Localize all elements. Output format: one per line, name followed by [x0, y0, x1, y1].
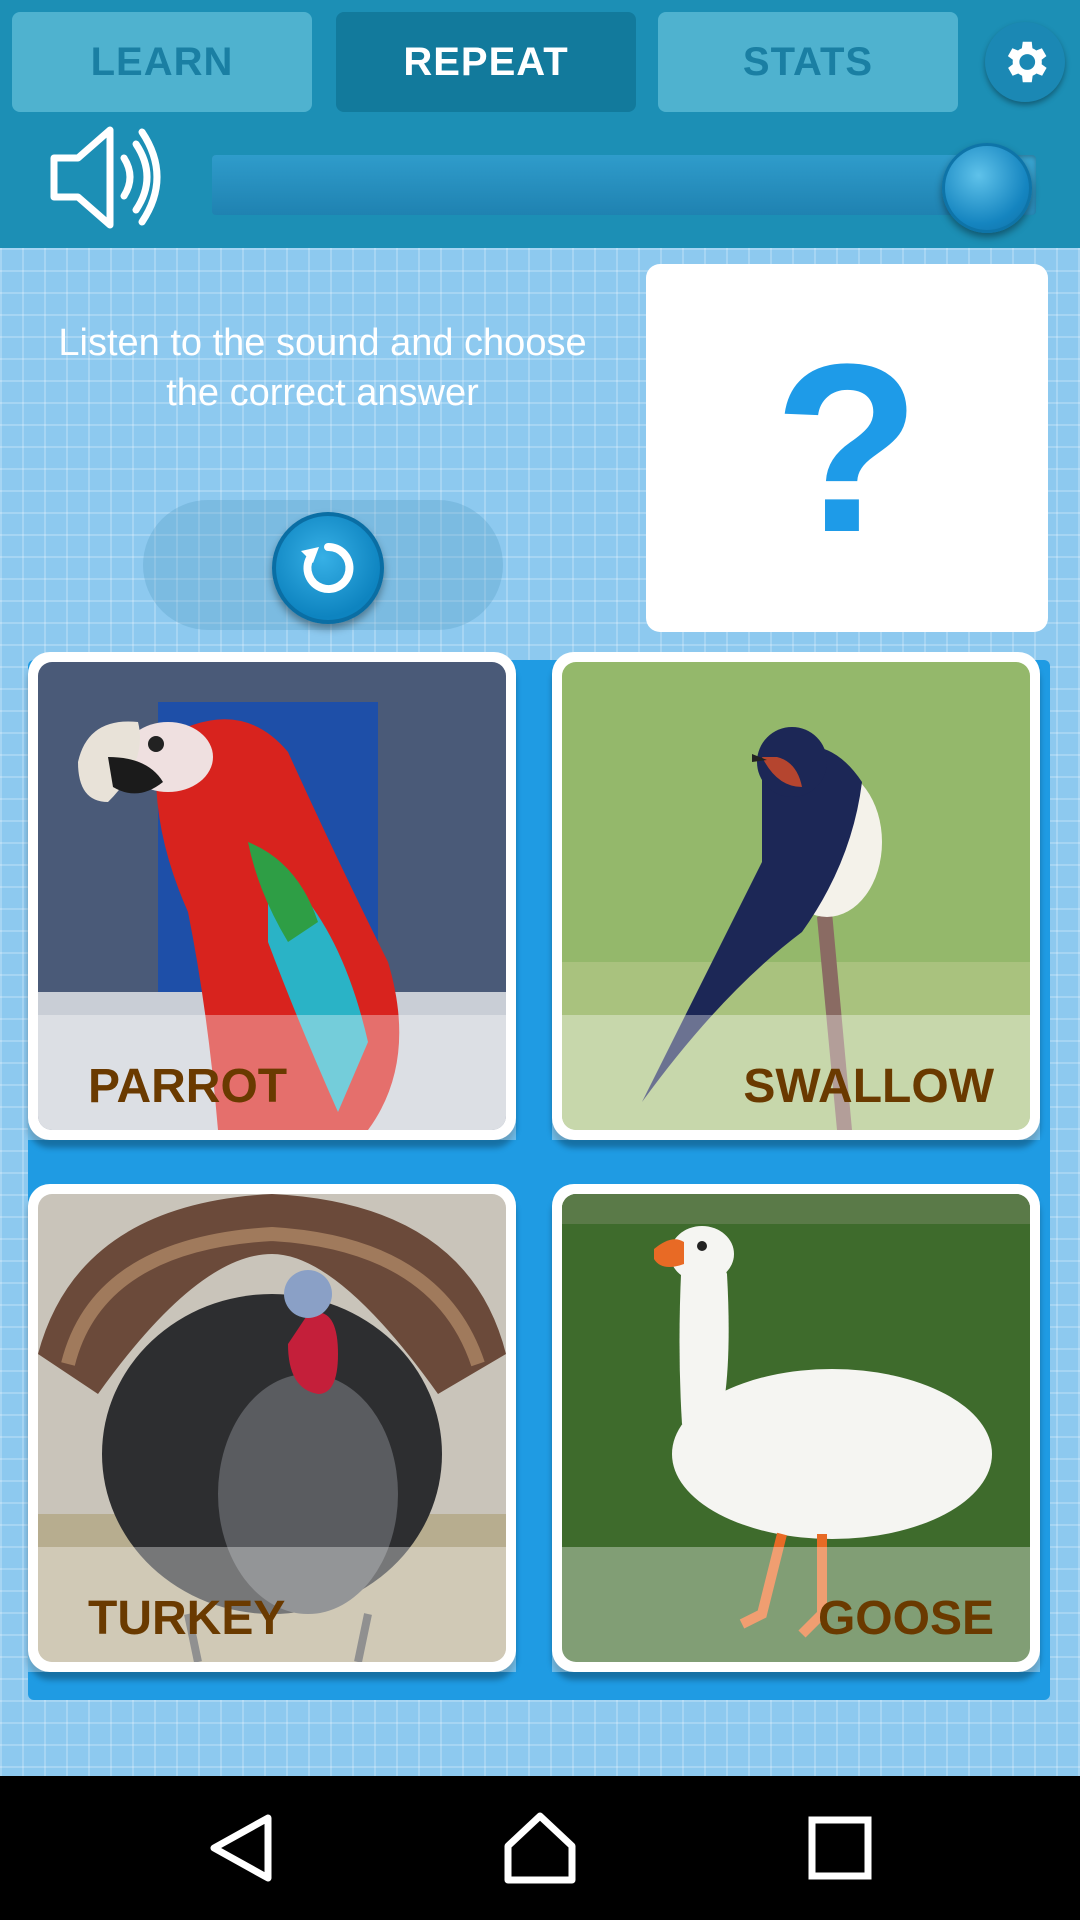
answer-card-goose[interactable]: GOOSE	[552, 1184, 1040, 1672]
instruction-text: Listen to the sound and choose the corre…	[58, 322, 587, 414]
answer-label-parrot: PARROT	[88, 1060, 288, 1113]
system-nav-bar	[0, 1776, 1080, 1920]
gear-icon	[1007, 41, 1047, 83]
answer-label-goose: GOOSE	[817, 1592, 994, 1645]
volume-slider[interactable]	[212, 143, 1036, 233]
question-card: ?	[646, 264, 1048, 632]
tab-stats[interactable]: STATS	[658, 12, 958, 112]
answer-card-parrot[interactable]: PARROT	[28, 652, 516, 1140]
answer-label-turkey: TURKEY	[88, 1592, 286, 1645]
recents-icon[interactable]	[798, 1806, 882, 1890]
answer-card-swallow[interactable]: SWALLOW	[552, 652, 1040, 1140]
back-icon[interactable]	[200, 1806, 284, 1890]
volume-thumb[interactable]	[941, 143, 1032, 233]
question-mark: ?	[773, 314, 921, 582]
top-bar: LEARN REPEAT STATS	[0, 0, 1080, 248]
settings-button[interactable]	[985, 22, 1065, 102]
replay-button[interactable]	[272, 512, 384, 624]
refresh-icon	[301, 542, 354, 593]
quiz-area: Listen to the sound and choose the corre…	[0, 248, 1080, 1776]
answer-card-turkey[interactable]: TURKEY	[28, 1184, 516, 1672]
tab-learn[interactable]: LEARN	[12, 12, 312, 112]
volume-fill	[212, 155, 987, 215]
tab-repeat[interactable]: REPEAT	[336, 12, 636, 112]
answer-label-swallow: SWALLOW	[743, 1060, 994, 1113]
home-icon[interactable]	[498, 1806, 582, 1890]
speaker-icon[interactable]	[48, 120, 168, 235]
